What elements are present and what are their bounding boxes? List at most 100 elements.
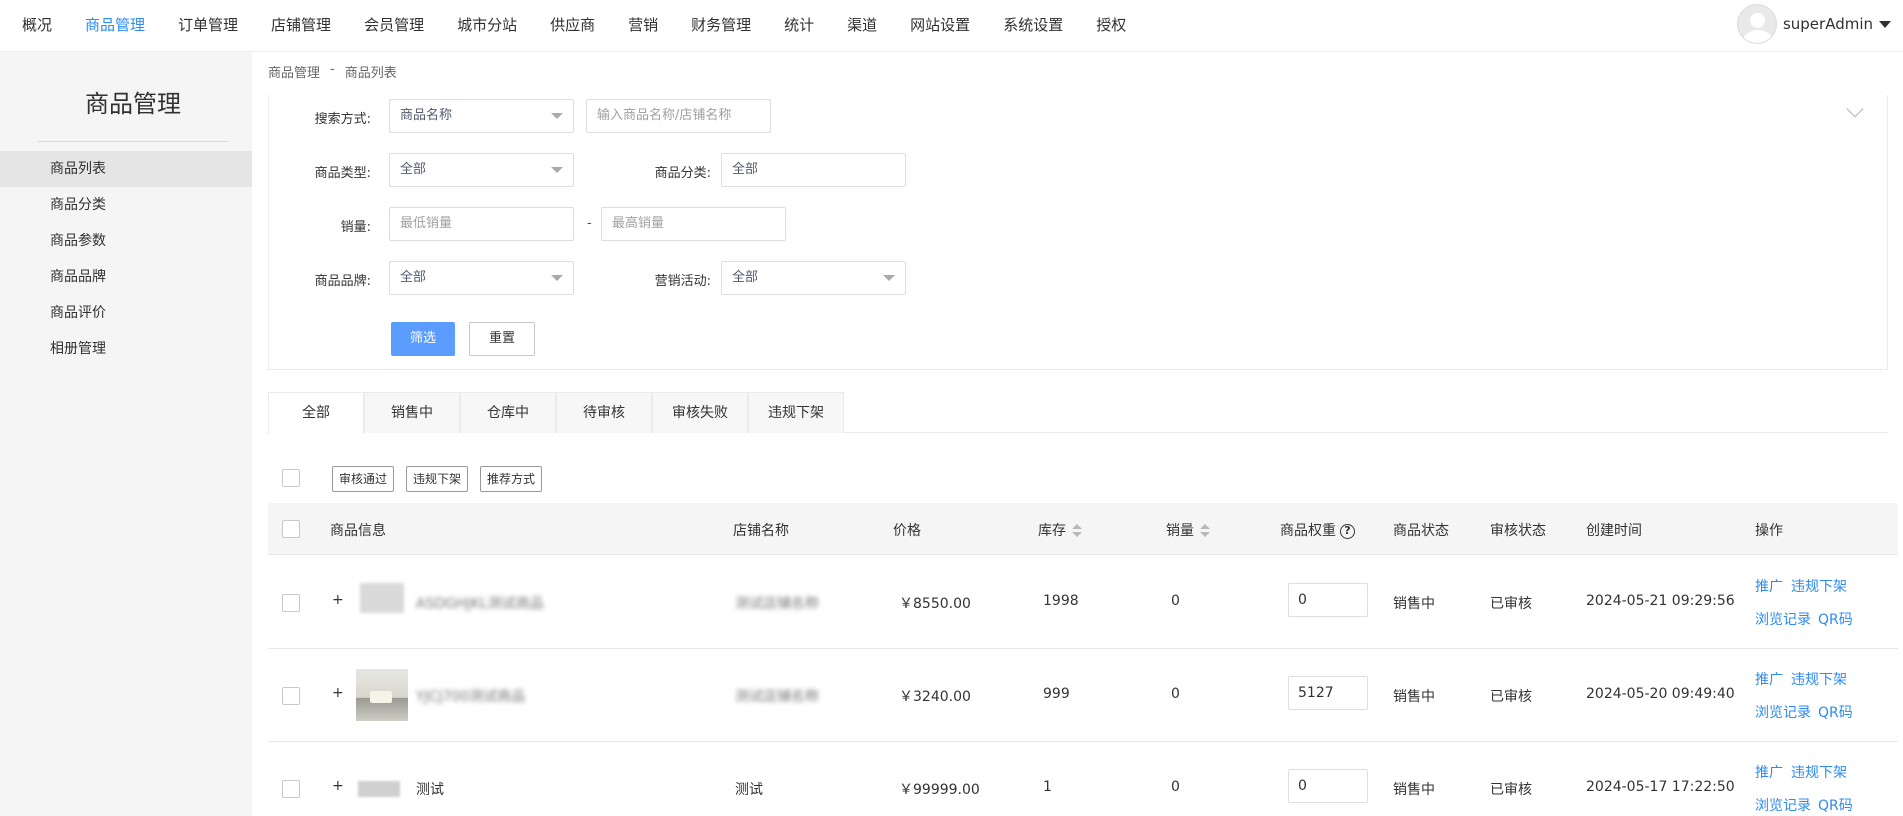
nav-item-city-stations[interactable]: 城市分站 bbox=[457, 14, 517, 35]
row-checkbox[interactable] bbox=[282, 780, 300, 798]
nav-item-overview[interactable]: 概况 bbox=[22, 14, 52, 35]
violation-remove-button[interactable]: 违规下架 bbox=[406, 466, 469, 492]
promote-link[interactable]: 推广 bbox=[1755, 762, 1783, 782]
nav-item-statistics[interactable]: 统计 bbox=[784, 14, 814, 35]
header-stock-label: 库存 bbox=[1038, 523, 1066, 539]
help-icon[interactable]: ? bbox=[1340, 523, 1355, 539]
approve-button[interactable]: 审核通过 bbox=[332, 466, 395, 492]
breadcrumb-separator: - bbox=[330, 62, 335, 77]
violation-remove-link[interactable]: 违规下架 bbox=[1791, 669, 1847, 689]
select-all-checkbox[interactable] bbox=[282, 520, 300, 538]
expand-icon[interactable]: + bbox=[332, 685, 344, 701]
product-brand-select[interactable]: 全部 bbox=[389, 261, 574, 295]
main-menu: 概况 商品管理 订单管理 店铺管理 会员管理 城市分站 供应商 营销 财务管理 … bbox=[22, 0, 1159, 48]
sales-min-input[interactable]: 最低销量 bbox=[389, 207, 574, 241]
sidebar-item-product-review[interactable]: 商品评价 bbox=[0, 295, 252, 331]
shop-name: 测试店铺名称 bbox=[735, 596, 819, 612]
product-thumbnail[interactable] bbox=[360, 583, 404, 613]
sort-icon[interactable] bbox=[1200, 524, 1210, 538]
product-name[interactable]: 测试 bbox=[416, 779, 444, 799]
sidebar-item-product-list[interactable]: 商品列表 bbox=[0, 151, 252, 187]
expand-icon[interactable]: + bbox=[332, 592, 344, 608]
violation-remove-link[interactable]: 违规下架 bbox=[1791, 762, 1847, 782]
weight-input[interactable]: 0 bbox=[1288, 583, 1368, 617]
nav-item-orders[interactable]: 订单管理 bbox=[178, 14, 238, 35]
promote-link[interactable]: 推广 bbox=[1755, 576, 1783, 596]
sort-icon[interactable] bbox=[1072, 524, 1082, 538]
product-name[interactable]: YJCJ700测试商品 bbox=[416, 686, 525, 706]
filter-button[interactable]: 筛选 bbox=[391, 322, 455, 356]
product-thumbnail[interactable] bbox=[358, 781, 400, 797]
nav-item-channels[interactable]: 渠道 bbox=[847, 14, 877, 35]
tab-in-warehouse[interactable]: 仓库中 bbox=[460, 392, 556, 433]
weight-input[interactable]: 5127 bbox=[1288, 676, 1368, 710]
breadcrumb-item-products[interactable]: 商品管理 bbox=[268, 62, 320, 81]
qr-code-link[interactable]: QR码 bbox=[1818, 702, 1853, 722]
row-checkbox[interactable] bbox=[282, 594, 300, 612]
nav-item-suppliers[interactable]: 供应商 bbox=[550, 14, 595, 35]
weight-input[interactable]: 0 bbox=[1288, 769, 1368, 803]
sales: 0 bbox=[1171, 593, 1180, 609]
username[interactable]: superAdmin bbox=[1783, 15, 1873, 33]
table-row: + ASDGHJKL测试商品 测试店铺名称 ￥8550.00 1998 0 0 … bbox=[268, 556, 1898, 649]
header-product-info: 商品信息 bbox=[330, 523, 386, 539]
nav-item-shops[interactable]: 店铺管理 bbox=[271, 14, 331, 35]
search-input[interactable]: 输入商品名称/店铺名称 bbox=[586, 99, 771, 133]
product-status: 销售中 bbox=[1393, 782, 1435, 798]
header-sales-label: 销量 bbox=[1166, 523, 1194, 539]
tab-violation-removed[interactable]: 违规下架 bbox=[748, 392, 844, 433]
search-mode-select[interactable]: 商品名称 bbox=[389, 99, 574, 133]
nav-item-marketing[interactable]: 营销 bbox=[628, 14, 658, 35]
browse-history-link[interactable]: 浏览记录 bbox=[1755, 795, 1811, 815]
qr-code-link[interactable]: QR码 bbox=[1818, 795, 1853, 815]
table-row: + YJCJ700测试商品 测试店铺名称 ￥3240.00 999 0 5127… bbox=[268, 649, 1898, 742]
nav-item-system-settings[interactable]: 系统设置 bbox=[1003, 14, 1063, 35]
sales-max-input[interactable]: 最高销量 bbox=[601, 207, 786, 241]
chevron-down-icon[interactable] bbox=[1846, 100, 1864, 118]
recommend-mode-button[interactable]: 推荐方式 bbox=[480, 466, 543, 492]
user-menu[interactable]: superAdmin bbox=[1736, 4, 1891, 44]
avatar[interactable] bbox=[1736, 4, 1777, 44]
header-weight-label: 商品权重 bbox=[1280, 523, 1336, 539]
reset-button[interactable]: 重置 bbox=[469, 322, 535, 356]
dropdown-arrow-icon bbox=[551, 275, 563, 281]
stock: 1998 bbox=[1043, 593, 1079, 609]
sidebar-item-product-params[interactable]: 商品参数 bbox=[0, 223, 252, 259]
tab-pending-review[interactable]: 待审核 bbox=[556, 392, 652, 433]
product-category-select[interactable]: 全部 bbox=[721, 153, 906, 187]
row-checkbox[interactable] bbox=[282, 687, 300, 705]
sidebar-item-product-brand[interactable]: 商品品牌 bbox=[0, 259, 252, 295]
nav-item-members[interactable]: 会员管理 bbox=[364, 14, 424, 35]
bulk-select-checkbox[interactable] bbox=[282, 469, 300, 487]
sidebar-item-album[interactable]: 相册管理 bbox=[0, 331, 252, 367]
header-price: 价格 bbox=[893, 523, 921, 539]
promote-link[interactable]: 推广 bbox=[1755, 669, 1783, 689]
qr-code-link[interactable]: QR码 bbox=[1818, 609, 1853, 629]
breadcrumb: 商品管理 - 商品列表 bbox=[268, 62, 397, 81]
header-sales[interactable]: 销量 bbox=[1166, 520, 1210, 540]
nav-item-products[interactable]: 商品管理 bbox=[85, 14, 145, 35]
marketing-select[interactable]: 全部 bbox=[721, 261, 906, 295]
tab-review-failed[interactable]: 审核失败 bbox=[652, 392, 748, 433]
product-thumbnail[interactable] bbox=[356, 669, 408, 721]
product-category-label: 商品分类: bbox=[654, 166, 711, 181]
browse-history-link[interactable]: 浏览记录 bbox=[1755, 609, 1811, 629]
tab-on-sale[interactable]: 销售中 bbox=[364, 392, 460, 433]
dropdown-arrow-icon bbox=[551, 113, 563, 119]
violation-remove-link[interactable]: 违规下架 bbox=[1791, 576, 1847, 596]
expand-icon[interactable]: + bbox=[332, 778, 344, 794]
browse-history-link[interactable]: 浏览记录 bbox=[1755, 702, 1811, 722]
sidebar-item-product-category[interactable]: 商品分类 bbox=[0, 187, 252, 223]
stock: 999 bbox=[1043, 686, 1070, 702]
tab-all[interactable]: 全部 bbox=[268, 392, 364, 434]
header-stock[interactable]: 库存 bbox=[1038, 520, 1082, 540]
nav-item-license[interactable]: 授权 bbox=[1096, 14, 1126, 35]
nav-item-finance[interactable]: 财务管理 bbox=[691, 14, 751, 35]
shop-name: 测试 bbox=[735, 782, 763, 798]
filter-panel: 搜索方式: 商品名称 输入商品名称/店铺名称 商品类型: 全部 商品分类: 全部… bbox=[268, 95, 1888, 370]
created-time: 2024-05-17 17:22:50 bbox=[1586, 779, 1735, 795]
product-type-select[interactable]: 全部 bbox=[389, 153, 574, 187]
product-name[interactable]: ASDGHJKL测试商品 bbox=[416, 593, 544, 613]
caret-down-icon[interactable] bbox=[1879, 20, 1891, 28]
nav-item-site-settings[interactable]: 网站设置 bbox=[910, 14, 970, 35]
